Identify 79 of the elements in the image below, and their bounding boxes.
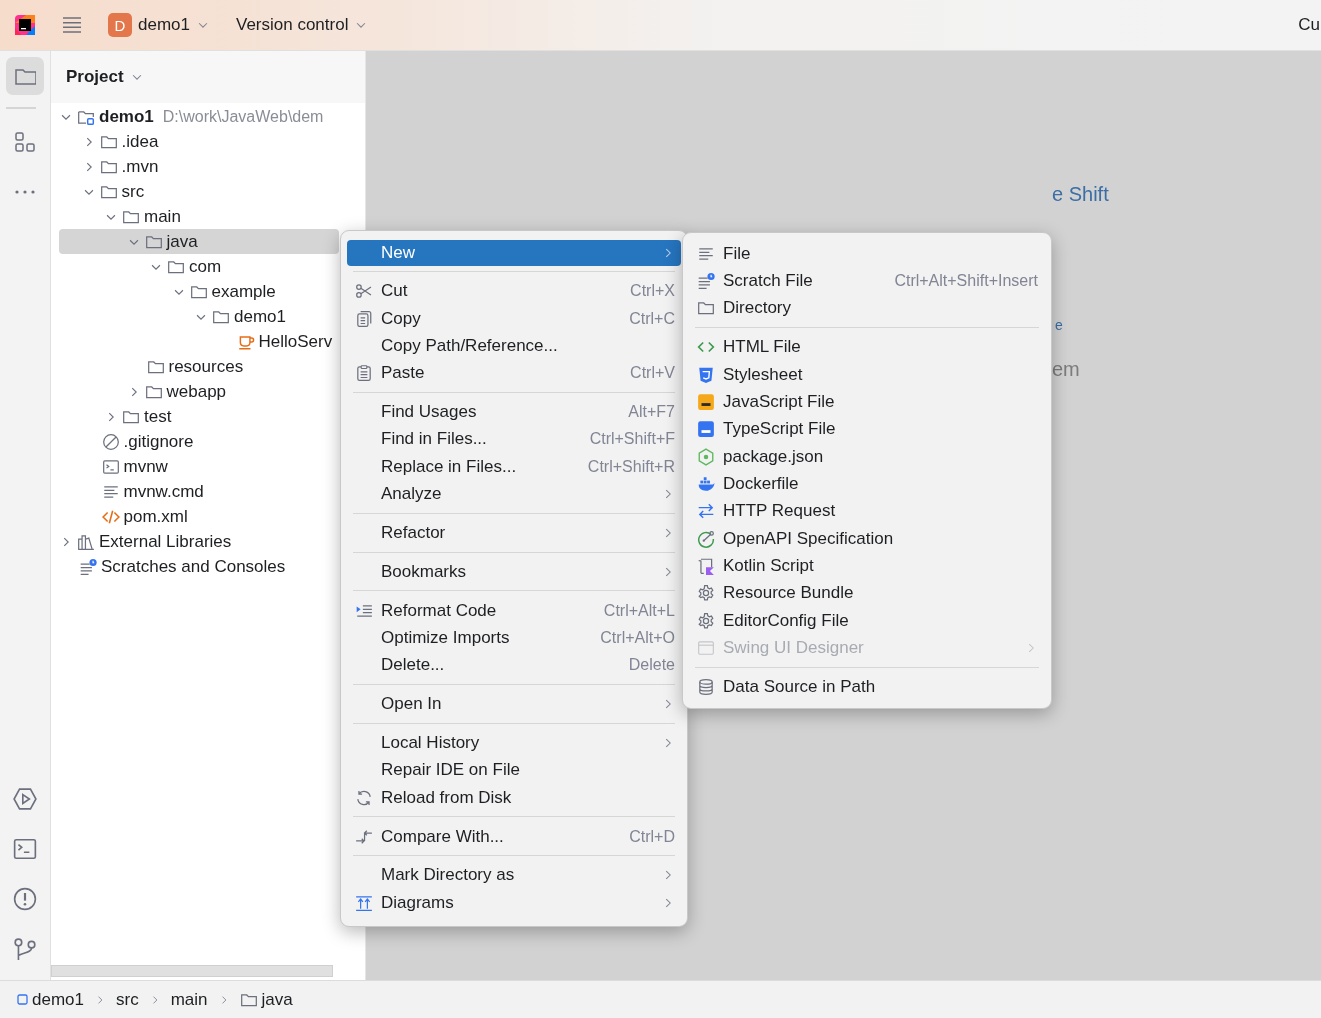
tree-item[interactable]: .idea: [59, 129, 339, 154]
menu-item[interactable]: Reload from Disk: [347, 784, 681, 812]
toolbar-text: Cu: [1298, 15, 1320, 35]
shortcut-hint-link[interactable]: e: [1055, 317, 1063, 333]
menu-item[interactable]: Data Source in Path: [689, 673, 1045, 701]
tree-item[interactable]: Scratches and Consoles: [59, 554, 339, 579]
tree-item[interactable]: pom.xml: [59, 504, 339, 529]
menu-item[interactable]: JavaScript File: [689, 388, 1045, 416]
menu-item[interactable]: Compare With... Ctrl+D: [347, 822, 681, 851]
menu-item[interactable]: Analyze: [347, 480, 681, 508]
menu-item[interactable]: Diagrams: [347, 889, 681, 917]
tree-item[interactable]: .mvn: [59, 154, 339, 179]
project-badge: D: [108, 13, 132, 37]
menu-item[interactable]: Delete... Delete: [347, 651, 681, 679]
version-control-dropdown[interactable]: Version control: [232, 15, 373, 35]
menu-item[interactable]: File: [689, 240, 1045, 268]
menu-item[interactable]: Paste Ctrl+V: [347, 359, 681, 387]
menu-item[interactable]: package.json: [689, 442, 1045, 471]
tree-item[interactable]: External Libraries: [59, 529, 339, 554]
panel-title[interactable]: Project: [66, 67, 124, 87]
path-text: D:\work\JavaWeb\dem: [162, 107, 324, 126]
shortcut-hint-link[interactable]: e Shift: [1052, 183, 1109, 206]
menu-item[interactable]: Bookmarks: [347, 558, 681, 586]
breadcrumb-item[interactable]: main: [170, 989, 208, 1010]
menu-item[interactable]: Copy Path/Reference...: [347, 332, 681, 360]
menu-item[interactable]: Directory: [689, 294, 1045, 323]
menu-item[interactable]: HTML File: [689, 333, 1045, 361]
menu-item[interactable]: Repair IDE on File: [347, 756, 681, 784]
menu-item[interactable]: Replace in Files... Ctrl+Shift+R: [347, 453, 681, 481]
menu-item[interactable]: Local History: [347, 729, 681, 757]
shortcut-text: Ctrl+Alt+Shift+Insert: [893, 272, 1038, 290]
menu-item[interactable]: Copy Ctrl+C: [347, 304, 681, 333]
menu-item[interactable]: Kotlin Script: [689, 552, 1045, 580]
menu-item[interactable]: Cut Ctrl+X: [347, 277, 681, 305]
breadcrumb-item[interactable]: java: [239, 989, 293, 1010]
menu-item[interactable]: Optimize Imports Ctrl+Alt+O: [347, 624, 681, 652]
menu-item[interactable]: Find Usages Alt+F7: [347, 398, 681, 426]
menu-item[interactable]: Open In: [347, 690, 681, 718]
tree-item[interactable]: main: [59, 204, 339, 229]
menu-item[interactable]: TypeScript File: [689, 415, 1045, 443]
tree-item[interactable]: test: [59, 404, 339, 429]
tree-item[interactable]: demo1: [59, 304, 339, 329]
hint-text: em: [1052, 358, 1080, 381]
shortcut-text: Ctrl+C: [628, 309, 675, 328]
menu-item[interactable]: EditorConfig File: [689, 606, 1045, 635]
menu-item[interactable]: Refactor: [347, 519, 681, 547]
breadcrumb-item[interactable]: src: [116, 989, 139, 1010]
shortcut-text: Ctrl+Alt+L: [602, 601, 675, 620]
menu-item[interactable]: New: [347, 240, 681, 266]
tree-item[interactable]: demo1 D:\work\JavaWeb\dem: [59, 104, 339, 129]
menu-item[interactable]: Resource Bundle: [689, 579, 1045, 607]
tree-item[interactable]: src: [59, 179, 339, 204]
tree-item[interactable]: java: [59, 229, 339, 254]
tree-item[interactable]: .gitignore: [59, 429, 339, 454]
menu-item[interactable]: OpenAPI Specification: [689, 524, 1045, 553]
shortcut-text: Delete: [627, 656, 675, 675]
menu-item[interactable]: Reformat Code Ctrl+Alt+L: [347, 596, 681, 625]
tree-item[interactable]: mvnw.cmd: [59, 479, 339, 504]
shortcut-text: Ctrl+Alt+O: [599, 628, 675, 647]
menu-item[interactable]: Scratch File Ctrl+Alt+Shift+Insert: [689, 267, 1045, 295]
tree-item[interactable]: example: [59, 279, 339, 304]
shortcut-text: Ctrl+X: [629, 282, 675, 301]
breadcrumb-item[interactable]: demo1: [17, 989, 84, 1010]
tree-item[interactable]: webapp: [59, 379, 339, 404]
menu-item[interactable]: Dockerfile: [689, 470, 1045, 498]
shortcut-text: Ctrl+D: [628, 827, 675, 846]
menu-item[interactable]: Find in Files... Ctrl+Shift+F: [347, 425, 681, 454]
project-dropdown[interactable]: demo1: [134, 15, 214, 35]
menu-item[interactable]: HTTP Request: [689, 497, 1045, 525]
tree-item[interactable]: com: [59, 254, 339, 279]
shortcut-text: Ctrl+Shift+R: [586, 457, 675, 476]
tree-item[interactable]: resources: [59, 354, 339, 379]
shortcut-text: Ctrl+V: [629, 364, 675, 383]
tree-item[interactable]: HelloServ: [59, 329, 339, 354]
menu-item[interactable]: Stylesheet: [689, 360, 1045, 389]
tree-item[interactable]: mvnw: [59, 454, 339, 479]
menu-item[interactable]: Mark Directory as: [347, 861, 681, 890]
shortcut-text: Ctrl+Shift+F: [588, 430, 675, 449]
shortcut-text: Alt+F7: [627, 403, 675, 422]
